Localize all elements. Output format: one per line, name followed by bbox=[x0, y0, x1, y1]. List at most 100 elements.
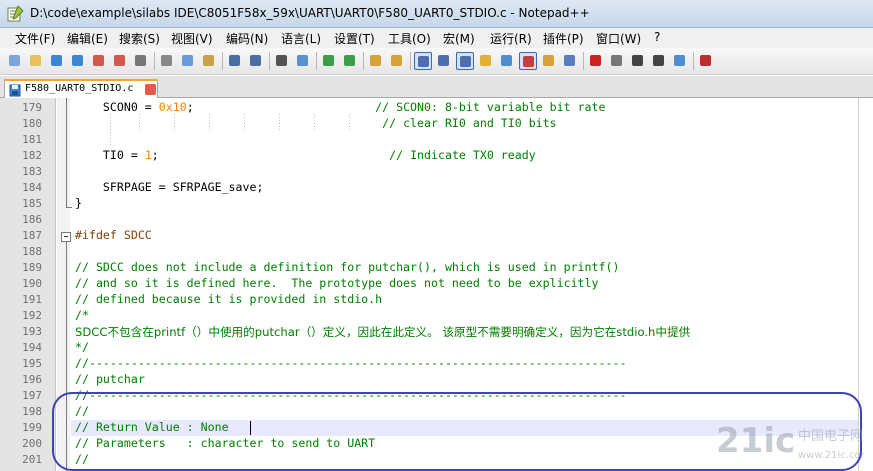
tab-f580-uart0-stdio[interactable]: F580_UART0_STDIO.c bbox=[4, 79, 158, 99]
menu-window[interactable]: 窗口(W) bbox=[596, 30, 641, 47]
line-text: SFRPAGE = SFRPAGE_save; bbox=[75, 180, 264, 194]
doc-map-icon[interactable] bbox=[498, 52, 516, 70]
copy-icon[interactable] bbox=[179, 52, 197, 70]
code-comment: // clear RI0 and TI0 bits bbox=[382, 116, 557, 130]
watermark-url: www.21ic.com bbox=[798, 450, 864, 461]
line-number: 193 bbox=[22, 325, 42, 338]
redo-icon[interactable] bbox=[247, 52, 265, 70]
save-macro-icon[interactable] bbox=[671, 52, 689, 70]
menu-tools[interactable]: 工具(O) bbox=[388, 30, 431, 47]
zoom-in-icon[interactable] bbox=[320, 52, 338, 70]
line-number: 183 bbox=[22, 165, 42, 178]
code-line: 187 #ifdef SDCC bbox=[0, 228, 873, 244]
line-text: //--------------------------------------… bbox=[75, 356, 626, 370]
toolbar-separator bbox=[693, 52, 694, 70]
line-text: // and so it is defined here. The protot… bbox=[75, 276, 599, 290]
tab-close-icon[interactable] bbox=[145, 84, 156, 95]
user-language-icon-glyph bbox=[480, 55, 491, 66]
line-number: 185 bbox=[22, 197, 42, 210]
code-token: SCON0 = bbox=[75, 100, 159, 114]
code-comment: // SDCC does not include a definition fo… bbox=[75, 260, 620, 274]
watermark-cn-text: 中国电子网 bbox=[798, 429, 863, 444]
word-wrap-icon[interactable] bbox=[414, 52, 432, 70]
show-all-chars-icon[interactable] bbox=[435, 52, 453, 70]
code-line: 185} bbox=[0, 196, 873, 212]
menu-settings[interactable]: 设置(T) bbox=[334, 30, 375, 47]
code-line: 180 // clear RI0 and TI0 bits bbox=[0, 116, 873, 132]
save-macro-icon-glyph bbox=[674, 55, 685, 66]
stop-record-icon[interactable] bbox=[608, 52, 626, 70]
monitoring-icon-glyph bbox=[564, 55, 575, 66]
menu-edit[interactable]: 编辑(E) bbox=[67, 30, 108, 47]
user-language-icon[interactable] bbox=[477, 52, 495, 70]
code-token: TI0 = bbox=[75, 148, 145, 162]
line-text: SCON0 = 0x10; // SCON0: 8-bit variable b… bbox=[75, 100, 606, 114]
line-number: 199 bbox=[22, 421, 42, 434]
menu-help[interactable]: ? bbox=[654, 30, 660, 44]
line-text: TI0 = 1; // Indicate TX0 ready bbox=[75, 148, 536, 162]
menu-run[interactable]: 运行(R) bbox=[490, 30, 532, 47]
indent-guide-icon[interactable] bbox=[456, 52, 474, 70]
menu-language[interactable]: 语言(L) bbox=[281, 30, 321, 47]
print-icon[interactable] bbox=[132, 52, 150, 70]
paste-icon[interactable] bbox=[200, 52, 218, 70]
folder-workspace-icon-glyph bbox=[543, 55, 554, 66]
replace-icon[interactable] bbox=[294, 52, 312, 70]
record-macro-icon[interactable] bbox=[587, 52, 605, 70]
line-number: 184 bbox=[22, 181, 42, 194]
title-bar: D:\code\example\silabs IDE\C8051F58x_59x… bbox=[0, 0, 873, 28]
zoom-out-icon-glyph bbox=[344, 55, 355, 66]
line-number: 194 bbox=[22, 341, 42, 354]
menu-file[interactable]: 文件(F) bbox=[15, 30, 55, 47]
save-all-icon[interactable] bbox=[69, 52, 87, 70]
code-token: SFRPAGE = SFRPAGE_save; bbox=[75, 180, 264, 194]
menu-view[interactable]: 视图(V) bbox=[171, 30, 213, 47]
sync-vertical-icon[interactable] bbox=[367, 52, 385, 70]
line-number: 179 bbox=[22, 101, 42, 114]
play-multiple-icon[interactable] bbox=[650, 52, 668, 70]
toolbar bbox=[0, 48, 873, 75]
preprocessor-directive: #ifdef SDCC bbox=[75, 228, 152, 242]
line-number: 200 bbox=[22, 437, 42, 450]
copy-icon-glyph bbox=[182, 55, 193, 66]
toolbar-separator bbox=[154, 52, 155, 70]
save-all-icon-glyph bbox=[72, 55, 83, 66]
code-line: 192 /* bbox=[0, 308, 873, 324]
line-number: 188 bbox=[22, 245, 42, 258]
line-number: 192 bbox=[22, 309, 42, 322]
toolbar-separator bbox=[316, 52, 317, 70]
undo-icon[interactable] bbox=[226, 52, 244, 70]
cut-icon[interactable] bbox=[158, 52, 176, 70]
sync-horizontal-icon[interactable] bbox=[388, 52, 406, 70]
function-list-icon[interactable] bbox=[519, 52, 537, 70]
line-number: 180 bbox=[22, 117, 42, 130]
toolbar-separator bbox=[363, 52, 364, 70]
menu-plugins[interactable]: 插件(P) bbox=[543, 30, 584, 47]
line-number: 187 bbox=[22, 229, 42, 242]
line-text: } bbox=[75, 196, 82, 210]
line-text: // SDCC does not include a definition fo… bbox=[75, 260, 619, 274]
close-icon[interactable] bbox=[90, 52, 108, 70]
toolbar-separator bbox=[222, 52, 223, 70]
menu-macro[interactable]: 宏(M) bbox=[443, 30, 475, 47]
find-icon[interactable] bbox=[273, 52, 291, 70]
code-editor[interactable]: 179 SCON0 = 0x10; // SCON0: 8-bit variab… bbox=[0, 98, 873, 471]
menu-encoding[interactable]: 编码(N) bbox=[226, 30, 268, 47]
folder-workspace-icon[interactable] bbox=[540, 52, 558, 70]
close-all-icon[interactable] bbox=[111, 52, 129, 70]
show-all-chars-icon-glyph bbox=[438, 55, 449, 66]
watermark-logo: 21ic 中国电子网 www.21ic.com bbox=[716, 421, 864, 461]
line-number: 186 bbox=[22, 213, 42, 226]
monitoring-icon[interactable] bbox=[561, 52, 579, 70]
play-macro-icon[interactable] bbox=[629, 52, 647, 70]
open-file-icon[interactable] bbox=[27, 52, 45, 70]
new-file-icon[interactable] bbox=[6, 52, 24, 70]
sync-horizontal-icon-glyph bbox=[391, 55, 402, 66]
spell-check-icon[interactable] bbox=[697, 52, 715, 70]
menu-search[interactable]: 搜索(S) bbox=[119, 30, 160, 47]
cut-icon-glyph bbox=[161, 55, 172, 66]
save-icon[interactable] bbox=[48, 52, 66, 70]
zoom-out-icon[interactable] bbox=[341, 52, 359, 70]
window-title: D:\code\example\silabs IDE\C8051F58x_59x… bbox=[30, 6, 590, 20]
notepadpp-app-icon bbox=[7, 5, 24, 22]
